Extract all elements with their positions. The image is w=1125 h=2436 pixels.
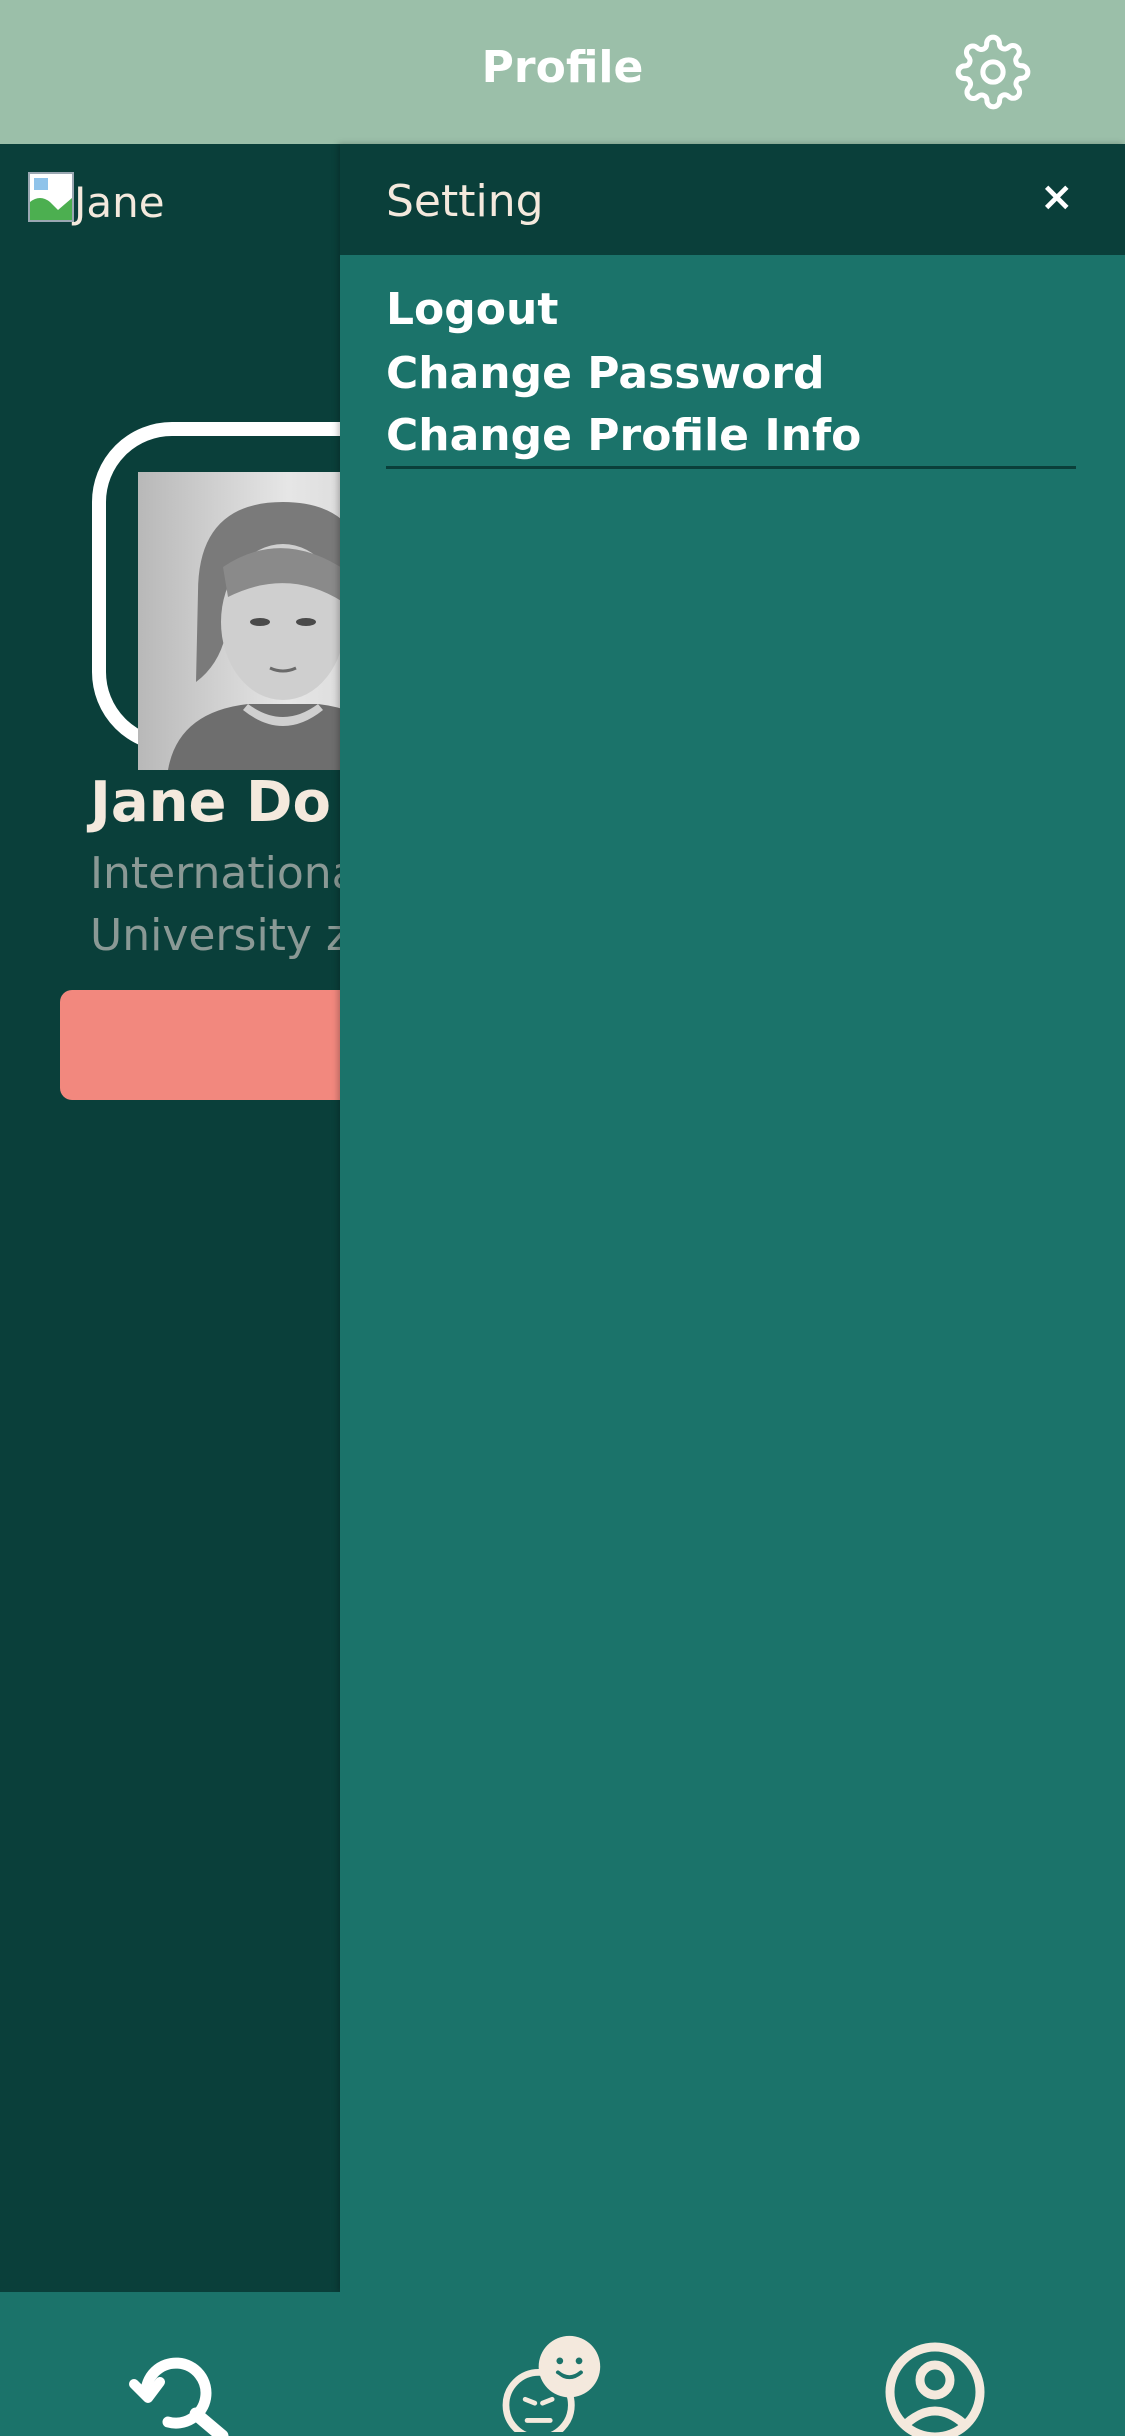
broken-image-icon — [28, 172, 74, 222]
broken-image-alt-text: Jane — [74, 178, 165, 227]
app-header: Profile — [0, 0, 1125, 144]
user-subtitle-line1: Internationa — [90, 848, 359, 899]
user-profile-icon[interactable] — [880, 2336, 990, 2436]
user-subtitle-line2: University zv — [90, 910, 376, 961]
menu-item-change-profile-info[interactable]: Change Profile Info — [386, 410, 861, 461]
drawer-title: Setting — [386, 176, 544, 227]
drawer-header: Setting × — [340, 144, 1125, 255]
settings-drawer: Setting × Logout Change Password Change … — [340, 144, 1125, 2292]
chat-faces-icon[interactable] — [500, 2332, 610, 2432]
search-refresh-icon[interactable] — [126, 2336, 236, 2436]
close-icon[interactable]: × — [1040, 174, 1074, 220]
menu-item-change-password[interactable]: Change Password — [386, 348, 825, 399]
user-name: Jane Do — [90, 770, 331, 835]
bottom-nav — [0, 2292, 1125, 2436]
menu-item-logout[interactable]: Logout — [386, 284, 558, 335]
gear-icon[interactable] — [955, 34, 1031, 110]
broken-image: Jane — [28, 172, 165, 227]
menu-divider — [386, 466, 1076, 469]
